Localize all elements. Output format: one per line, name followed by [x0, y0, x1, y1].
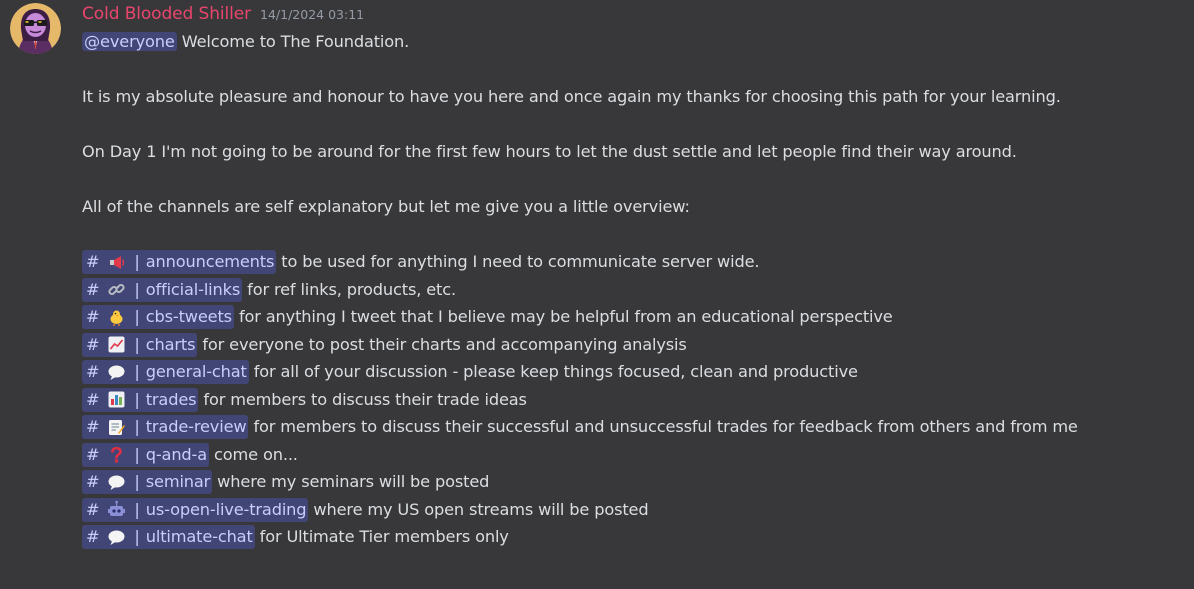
channel-name: ultimate-chat: [145, 527, 253, 546]
channel-description: where my seminars will be posted: [212, 472, 490, 491]
channel-line: # | cbs-tweets for anything I tweet that I…: [82, 303, 1132, 331]
channel-separator: |: [134, 389, 140, 409]
channel-link-us-open-live-trading[interactable]: # | us-open-live-trading: [82, 497, 309, 522]
channel-name: trades: [145, 389, 197, 409]
everyone-mention[interactable]: @everyone: [82, 32, 177, 51]
channel-description: for Ultimate Tier members only: [254, 527, 509, 546]
link-icon: [107, 280, 126, 299]
channel-line: # | ultimate-chat for Ultimate Tier member…: [82, 523, 1132, 551]
channel-separator: |: [134, 362, 140, 381]
channel-description: to be used for anything I need to commun…: [276, 252, 760, 271]
hash-icon: #: [86, 417, 100, 436]
channel-line: # | seminar where my seminars will be post…: [82, 468, 1132, 496]
welcome-text: Welcome to The Foundation.: [176, 32, 410, 51]
channel-separator: |: [134, 499, 140, 519]
channel-line: # | general-chat for all of your discussio…: [82, 358, 1132, 386]
channel-link-trade-review[interactable]: # | trade-review: [82, 415, 249, 439]
hash-icon: #: [86, 389, 100, 409]
paragraph-line: It is my absolute pleasure and honour to…: [82, 87, 1061, 106]
memo-icon: [107, 418, 126, 437]
channel-link-trades[interactable]: # | trades: [82, 387, 199, 412]
channel-separator: |: [134, 279, 140, 299]
channel-separator: |: [134, 527, 140, 546]
channel-link-official-links[interactable]: # | official-links: [82, 277, 243, 302]
channel-description: for anything I tweet that I believe may …: [233, 307, 893, 326]
speech-bubble-icon: [107, 363, 126, 382]
paragraph-line: On Day 1 I'm not going to be around for …: [82, 142, 1017, 161]
channel-description: for everyone to post their charts and ac…: [197, 334, 687, 354]
hash-icon: #: [86, 527, 100, 546]
channel-separator: |: [134, 252, 140, 271]
speech-bubble-icon: [107, 473, 126, 492]
channel-separator: |: [134, 444, 140, 464]
message-timestamp[interactable]: 14/1/2024 03:11: [260, 7, 364, 22]
hash-icon: #: [86, 279, 100, 299]
chat-message: Cold Blooded Shiller 14/1/2024 03:11 @ev…: [0, 0, 1194, 589]
chart-up-icon: [107, 335, 126, 354]
channel-link-charts[interactable]: # | charts: [82, 332, 198, 357]
channel-name: seminar: [145, 472, 211, 491]
channel-link-general-chat[interactable]: # | general-chat: [82, 360, 249, 384]
channel-link-q-and-a[interactable]: # | q-and-a: [82, 442, 210, 467]
welcome-line: @everyone Welcome to The Foundation.: [82, 28, 1132, 56]
question-icon: [107, 445, 126, 464]
message-content: Cold Blooded Shiller 14/1/2024 03:11 @ev…: [82, 4, 1132, 551]
channel-name: announcements: [145, 252, 275, 271]
author-username[interactable]: Cold Blooded Shiller: [82, 4, 251, 24]
channel-link-ultimate-chat[interactable]: # | ultimate-chat: [82, 525, 255, 549]
message-header: Cold Blooded Shiller 14/1/2024 03:11: [82, 4, 1132, 28]
channel-name: charts: [145, 334, 196, 354]
channel-line: # | q-and-a come on...: [82, 441, 1132, 469]
hash-icon: #: [86, 444, 100, 464]
channel-description: for all of your discussion - please keep…: [248, 362, 858, 381]
channel-link-seminar[interactable]: # | seminar: [82, 470, 213, 494]
channel-separator: |: [134, 417, 140, 436]
bar-chart-icon: [107, 390, 126, 409]
hash-icon: #: [86, 472, 100, 491]
channel-line: # | official-links for ref links, products…: [82, 276, 1132, 304]
hash-icon: #: [86, 334, 100, 354]
channel-link-announcements[interactable]: # | announcements: [82, 250, 277, 274]
channel-description: for members to discuss their trade ideas: [198, 389, 527, 409]
channel-description: come on...: [209, 444, 298, 464]
channel-name: q-and-a: [145, 444, 208, 464]
hash-icon: #: [86, 252, 100, 271]
channel-line: # | trade-review for members to discuss th…: [82, 413, 1132, 441]
robot-icon: [107, 500, 126, 519]
paragraph-line: All of the channels are self explanatory…: [82, 197, 690, 216]
channel-line: # | announcements to be used for anything …: [82, 248, 1132, 276]
hash-icon: #: [86, 499, 100, 519]
chick-icon: [107, 308, 126, 327]
channel-separator: |: [134, 334, 140, 354]
channel-name: cbs-tweets: [145, 307, 232, 326]
channel-name: trade-review: [145, 417, 247, 436]
hash-icon: #: [86, 307, 100, 326]
channel-separator: |: [134, 307, 140, 326]
channel-line: # | charts for everyone to post their char…: [82, 331, 1132, 359]
channel-name: general-chat: [145, 362, 247, 381]
loudspeaker-icon: [107, 253, 126, 272]
channel-name: us-open-live-trading: [145, 499, 307, 519]
speech-bubble-icon: [107, 528, 126, 547]
channel-description: for ref links, products, etc.: [242, 279, 456, 299]
channel-line: # | trades for members to discuss their tr…: [82, 386, 1132, 414]
user-avatar[interactable]: [10, 3, 61, 54]
channel-separator: |: [134, 472, 140, 491]
channel-link-cbs-tweets[interactable]: # | cbs-tweets: [82, 305, 234, 329]
hash-icon: #: [86, 362, 100, 381]
channel-line: # | us-open-live-trading where my US open …: [82, 496, 1132, 524]
channel-name: official-links: [145, 279, 241, 299]
channel-description: for members to discuss their successful …: [248, 417, 1078, 436]
message-body: @everyone Welcome to The Foundation. It …: [82, 28, 1132, 551]
channel-description: where my US open streams will be posted: [308, 499, 649, 519]
